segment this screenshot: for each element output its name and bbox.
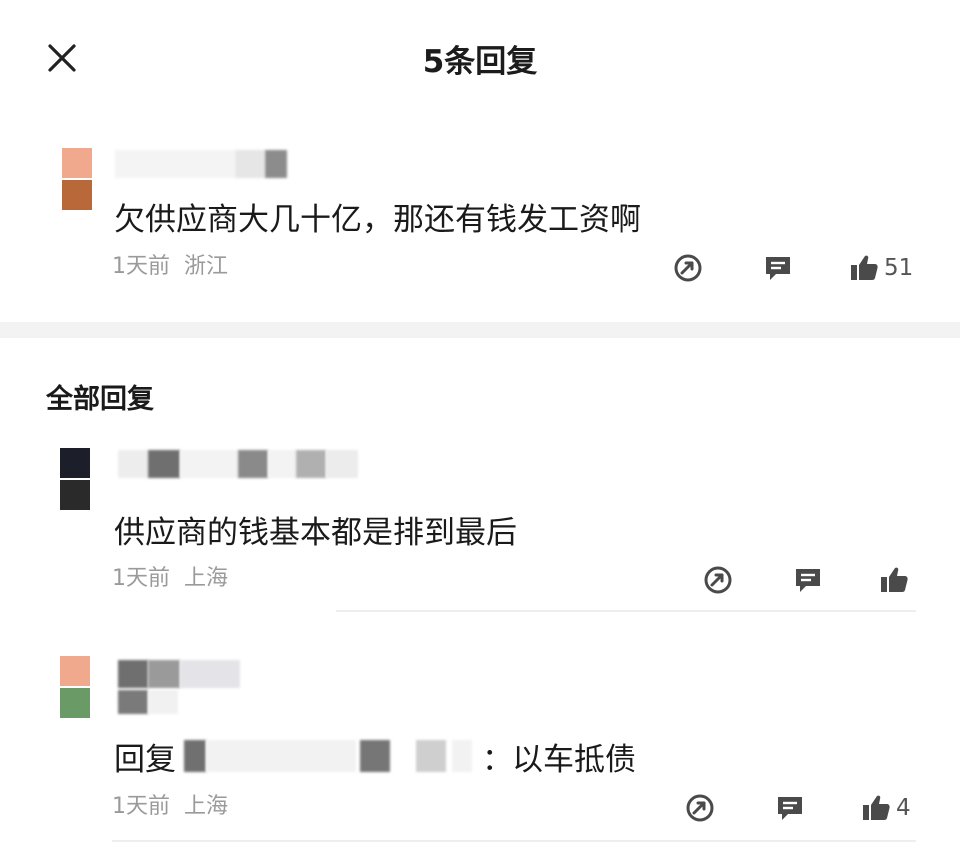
mentioned-user-redacted[interactable] [184, 740, 480, 772]
comment-icon [796, 569, 820, 592]
comment-text: 以车抵债 [512, 742, 636, 778]
share-icon [674, 254, 702, 282]
username-redacted[interactable] [118, 450, 363, 478]
like-count: 4 [896, 795, 911, 821]
comment-meta: 1天前 浙江 [112, 248, 228, 280]
reply-button[interactable] [792, 562, 824, 598]
comment-meta: 1天前 上海 [112, 788, 228, 820]
comment-time: 1天前 [112, 566, 170, 591]
username-redacted[interactable] [118, 660, 243, 688]
thumbs-up-icon [851, 255, 878, 280]
like-button[interactable] [878, 562, 914, 598]
like-button[interactable]: 51 [848, 250, 913, 286]
share-button[interactable] [672, 250, 704, 286]
avatar[interactable] [48, 448, 96, 512]
comment-icon [766, 257, 790, 280]
share-button[interactable] [702, 562, 734, 598]
comment-time: 1天前 [112, 254, 170, 279]
avatar[interactable] [48, 656, 96, 720]
thumbs-up-icon [863, 795, 890, 820]
comment-text: 欠供应商大几十亿，那还有钱发工资啊 [114, 202, 641, 238]
reply-button[interactable] [774, 790, 806, 826]
page-title: 5条回复 [422, 44, 538, 80]
sheet-header: 5条回复 [0, 0, 960, 118]
comment-location: 浙江 [184, 254, 229, 279]
username-redacted[interactable] [115, 150, 295, 178]
reply-button[interactable] [762, 250, 794, 286]
avatar[interactable] [50, 148, 98, 212]
comment-location: 上海 [184, 566, 229, 591]
comment-icon [778, 797, 802, 820]
comment-meta: 1天前 上海 [112, 560, 228, 592]
like-button[interactable]: 4 [860, 790, 911, 826]
reply-separator [336, 610, 916, 612]
comment-text: 供应商的钱基本都是排到最后 [114, 515, 517, 551]
share-icon [704, 566, 732, 594]
share-button[interactable] [684, 790, 716, 826]
reply-separator [112, 840, 916, 842]
share-icon [686, 794, 714, 822]
username-redacted-line2 [118, 690, 178, 714]
section-divider [0, 322, 960, 338]
comment-time: 1天前 [112, 794, 170, 819]
section-title: 全部回复 [46, 384, 154, 415]
replies-sheet: 5条回复 欠供应商大几十亿，那还有钱发工资啊 1天前 浙江 51 全部回复 供应… [0, 0, 960, 848]
comment-location: 上海 [184, 794, 229, 819]
thumbs-up-icon [881, 567, 908, 592]
reply-prefix: 回复 [114, 742, 176, 778]
reply-colon: ： [482, 742, 513, 778]
like-count: 51 [884, 255, 914, 281]
